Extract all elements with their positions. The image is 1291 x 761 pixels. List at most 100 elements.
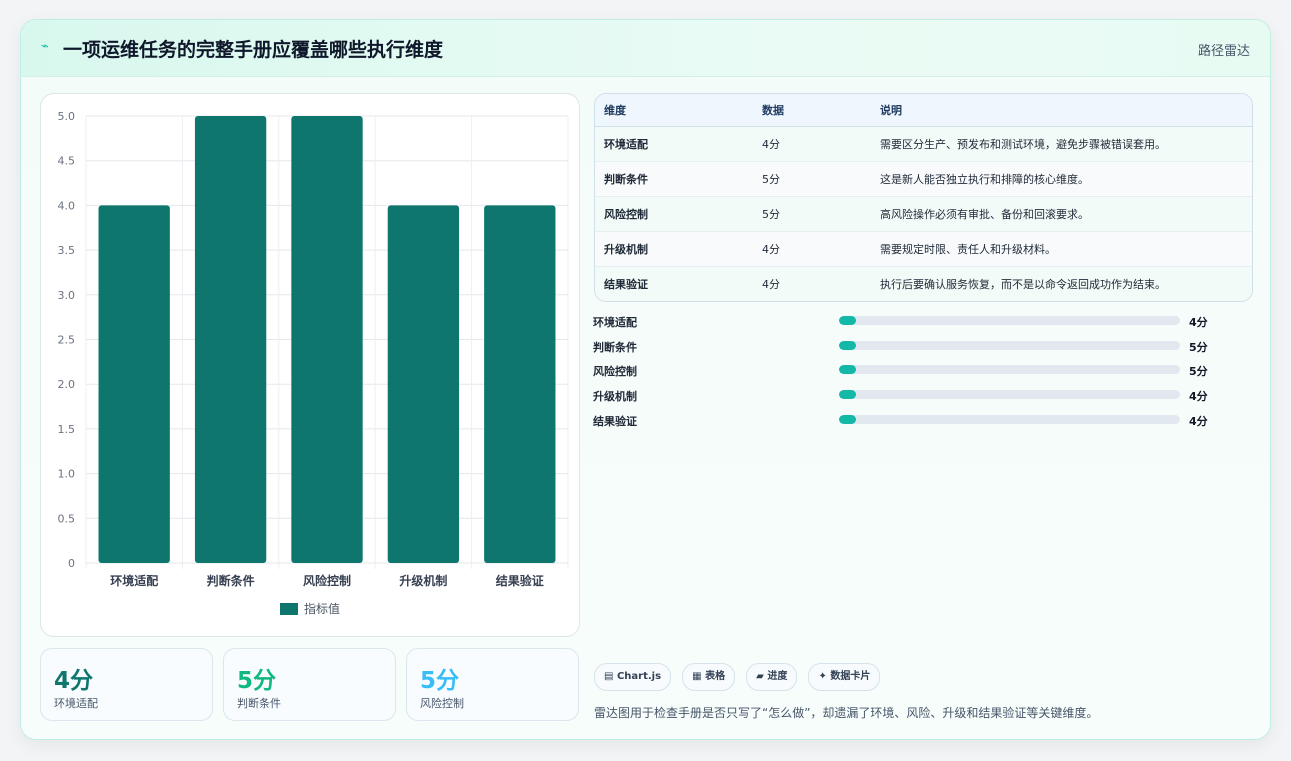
legend-swatch <box>280 603 298 615</box>
x-tick-label: 风险控制 <box>303 573 351 588</box>
progress-fill <box>839 390 857 400</box>
path-radar-link[interactable]: 路径雷达 <box>1198 40 1250 59</box>
y-tick-label: 4.5 <box>58 155 76 168</box>
bar <box>98 205 170 563</box>
progress-fill <box>839 316 857 325</box>
progress-label: 升级机制 <box>593 390 637 404</box>
progress-track <box>839 414 1180 424</box>
progress-track <box>839 365 1180 375</box>
kpi-card-environment: 4分 环境适配 <box>40 648 213 721</box>
page-title: 一项运维任务的完整手册应覆盖哪些执行维度 <box>63 39 444 61</box>
table-cell-data: 5分 <box>753 196 871 232</box>
progress-fill <box>839 365 857 375</box>
progress-row: 环境适配 4分 <box>593 313 1253 338</box>
y-tick-label: 3.5 <box>58 244 76 257</box>
table-row: 判断条件 5分 这是新人能否独立执行和排障的核心维度。 <box>595 161 1252 197</box>
progress-list: 环境适配 4分 判断条件 5分 风险控制 5分 升级机制 4分 结果验证 4分 <box>593 313 1253 436</box>
table-cell-dimension: 判断条件 <box>595 161 753 197</box>
table-cell-description: 高风险操作必须有审批、备份和回滚要求。 <box>871 196 1252 232</box>
dimension-table: 维度 数据 说明 环境适配 4分 需要区分生产、预发布和测试环境，避免步骤被错误… <box>594 93 1253 302</box>
kpi-value: 5分 <box>420 668 460 694</box>
progress-value: 4分 <box>1189 316 1208 329</box>
bar-chart: 5.0 4.5 4.0 3.5 3.0 2.5 2.0 1.5 1.0 0.5 0 环境适配 判断条件 风… <box>40 93 580 637</box>
progress-value: 5分 <box>1189 365 1208 379</box>
y-tick-label: 4.0 <box>58 199 76 212</box>
x-tick-label: 升级机制 <box>399 573 447 588</box>
chip-chartjs[interactable]: ▤ Chart.js <box>594 663 672 691</box>
table-cell-data: 4分 <box>753 231 871 267</box>
y-tick-label: 3.0 <box>58 289 76 302</box>
chip-data-card[interactable]: ✦ 数据卡片 <box>808 663 881 691</box>
table-cell-description: 这是新人能否独立执行和排障的核心维度。 <box>871 161 1252 197</box>
x-tick-label: 结果验证 <box>496 573 544 588</box>
progress-value: 5分 <box>1189 340 1208 354</box>
table-cell-dimension: 结果验证 <box>595 266 753 301</box>
kpi-label: 环境适配 <box>54 697 98 710</box>
table-cell-description: 需要区分生产、预发布和测试环境，避免步骤被错误套用。 <box>871 126 1252 162</box>
y-tick-label: 1.0 <box>58 468 76 481</box>
progress-icon: ▰ <box>756 671 764 682</box>
progress-value: 4分 <box>1189 414 1208 428</box>
bar <box>484 205 556 563</box>
table-row: 结果验证 4分 执行后要确认服务恢复，而不是以命令返回成功作为结束。 <box>595 266 1252 301</box>
kpi-card-judgment: 5分 判断条件 <box>223 648 396 721</box>
table-cell-dimension: 环境适配 <box>595 126 753 162</box>
progress-track <box>839 316 1180 325</box>
table-row: 风险控制 5分 高风险操作必须有审批、备份和回滚要求。 <box>595 196 1252 232</box>
chip-label: Chart.js <box>616 671 662 682</box>
y-tick-label: 0.5 <box>58 512 76 525</box>
table-cell-data: 5分 <box>753 161 871 197</box>
table-cell-description: 需要规定时限、责任人和升级材料。 <box>871 231 1252 267</box>
kpi-label: 判断条件 <box>237 697 281 710</box>
lightning-icon: ⌁ <box>41 39 49 54</box>
y-tick-label: 2.5 <box>58 334 76 347</box>
chip-label: 表格 <box>705 671 726 682</box>
header: ⌁ 一项运维任务的完整手册应覆盖哪些执行维度 路径雷达 <box>21 20 1270 77</box>
legend-label: 指标值 <box>304 601 340 616</box>
table-header-row: 维度 数据 说明 <box>595 94 1252 127</box>
chip-row: ▤ Chart.js ▦ 表格 ▰ 进度 ✦ 数据卡片 <box>594 663 886 691</box>
kpi-card-risk: 5分 风险控制 <box>406 648 579 721</box>
chart-icon: ▤ <box>604 671 614 682</box>
chip-progress[interactable]: ▰ 进度 <box>746 663 798 691</box>
report-card: ⌁ 一项运维任务的完整手册应覆盖哪些执行维度 路径雷达 5.0 4.5 4.0 3.5… <box>20 19 1271 740</box>
bar-chart-svg: 5.0 4.5 4.0 3.5 3.0 2.5 2.0 1.5 1.0 0.5 0 环境适配 判断条件 风… <box>58 110 569 616</box>
progress-row: 升级机制 4分 <box>593 387 1253 412</box>
y-tick-label: 2.0 <box>58 378 76 391</box>
progress-label: 环境适配 <box>593 316 637 329</box>
table-icon: ▦ <box>692 671 702 682</box>
y-tick-label: 0 <box>68 557 75 570</box>
bar <box>194 116 267 563</box>
kpi-value: 5分 <box>237 668 277 694</box>
table-row: 升级机制 4分 需要规定时限、责任人和升级材料。 <box>595 231 1252 267</box>
x-tick-label: 环境适配 <box>110 573 158 588</box>
progress-row: 风险控制 5分 <box>593 362 1253 387</box>
bar <box>387 205 460 563</box>
progress-label: 判断条件 <box>593 340 637 354</box>
progress-fill <box>839 414 857 424</box>
table-cell-description: 执行后要确认服务恢复，而不是以命令返回成功作为结束。 <box>871 266 1252 301</box>
x-tick-label: 判断条件 <box>207 573 255 588</box>
kpi-label: 风险控制 <box>420 697 464 710</box>
table-header-dimension: 维度 <box>595 94 753 127</box>
progress-value: 4分 <box>1189 390 1208 404</box>
progress-label: 结果验证 <box>593 414 637 428</box>
progress-label: 风险控制 <box>593 365 637 379</box>
bar <box>291 116 363 563</box>
table-cell-dimension: 升级机制 <box>595 231 753 267</box>
table-row: 环境适配 4分 需要区分生产、预发布和测试环境，避免步骤被错误套用。 <box>595 126 1252 162</box>
table-cell-dimension: 风险控制 <box>595 196 753 232</box>
y-tick-label: 1.5 <box>58 423 76 436</box>
table-header-description: 说明 <box>871 94 1252 127</box>
sparkle-icon: ✦ <box>818 671 827 682</box>
table-cell-data: 4分 <box>753 266 871 301</box>
progress-track <box>839 390 1180 400</box>
progress-track <box>839 340 1180 350</box>
progress-fill <box>839 340 857 350</box>
kpi-value: 4分 <box>54 668 94 694</box>
chip-table[interactable]: ▦ 表格 <box>682 663 736 691</box>
y-tick-label: 5.0 <box>58 110 76 123</box>
progress-row: 结果验证 4分 <box>593 412 1253 437</box>
chip-label: 进度 <box>767 671 788 682</box>
table-cell-data: 4分 <box>753 126 871 162</box>
